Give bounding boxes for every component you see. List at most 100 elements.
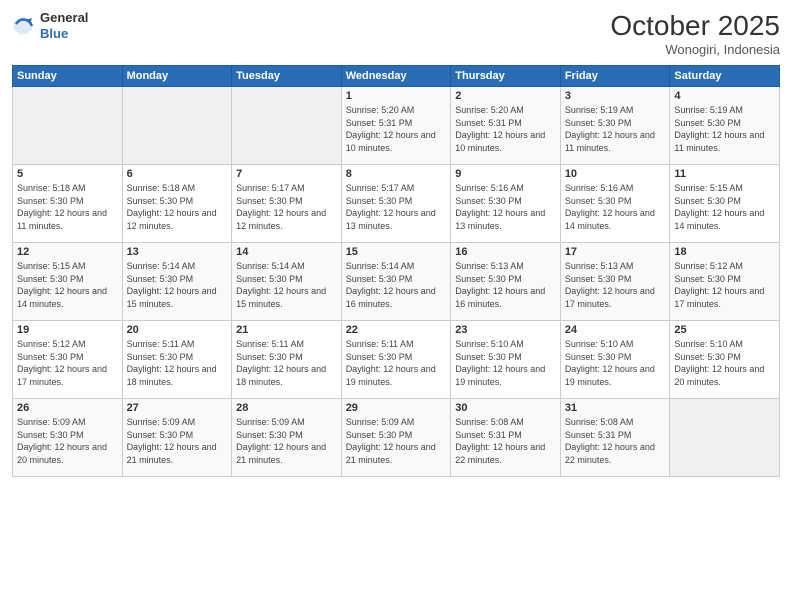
day-info: Sunrise: 5:08 AM Sunset: 5:31 PM Dayligh… <box>565 416 666 466</box>
logo-blue: Blue <box>40 26 88 42</box>
day-number: 24 <box>565 324 666 336</box>
day-number: 2 <box>455 90 556 102</box>
day-number: 30 <box>455 402 556 414</box>
day-number: 23 <box>455 324 556 336</box>
day-info: Sunrise: 5:10 AM Sunset: 5:30 PM Dayligh… <box>455 338 556 388</box>
day-number: 13 <box>127 246 228 258</box>
calendar-table: SundayMondayTuesdayWednesdayThursdayFrid… <box>12 65 780 477</box>
day-number: 18 <box>674 246 775 258</box>
day-cell: 14 Sunrise: 5:14 AM Sunset: 5:30 PM Dayli… <box>232 243 342 321</box>
day-number: 5 <box>17 168 118 180</box>
day-cell: 17 Sunrise: 5:13 AM Sunset: 5:30 PM Dayli… <box>560 243 670 321</box>
day-info: Sunrise: 5:18 AM Sunset: 5:30 PM Dayligh… <box>17 182 118 232</box>
day-number: 14 <box>236 246 337 258</box>
day-cell: 15 Sunrise: 5:14 AM Sunset: 5:30 PM Dayli… <box>341 243 451 321</box>
day-info: Sunrise: 5:19 AM Sunset: 5:30 PM Dayligh… <box>565 104 666 154</box>
day-cell: 21Sunrise: 5:11 AM Sunset: 5:30 PM Dayli… <box>232 321 342 399</box>
day-info: Sunrise: 5:11 AM Sunset: 5:30 PM Dayligh… <box>236 338 337 388</box>
day-cell: 8 Sunrise: 5:17 AM Sunset: 5:30 PM Daylig… <box>341 165 451 243</box>
day-info: Sunrise: 5:17 AM Sunset: 5:30 PM Dayligh… <box>236 182 337 232</box>
weekday-header-wednesday: Wednesday <box>341 66 451 87</box>
day-info: Sunrise: 5:12 AM Sunset: 5:30 PM Dayligh… <box>674 260 775 310</box>
day-info: Sunrise: 5:14 AM Sunset: 5:30 PM Dayligh… <box>236 260 337 310</box>
day-info: Sunrise: 5:16 AM Sunset: 5:30 PM Dayligh… <box>565 182 666 232</box>
logo-text: General Blue <box>40 10 88 41</box>
day-number: 17 <box>565 246 666 258</box>
day-info: Sunrise: 5:14 AM Sunset: 5:30 PM Dayligh… <box>127 260 228 310</box>
day-cell: 3Sunrise: 5:19 AM Sunset: 5:30 PM Daylig… <box>560 87 670 165</box>
day-info: Sunrise: 5:13 AM Sunset: 5:30 PM Dayligh… <box>565 260 666 310</box>
logo-icon <box>12 14 36 38</box>
day-number: 1 <box>346 90 447 102</box>
day-number: 16 <box>455 246 556 258</box>
day-cell: 6 Sunrise: 5:18 AM Sunset: 5:30 PM Daylig… <box>122 165 232 243</box>
day-cell: 7Sunrise: 5:17 AM Sunset: 5:30 PM Daylig… <box>232 165 342 243</box>
day-number: 19 <box>17 324 118 336</box>
day-number: 20 <box>127 324 228 336</box>
day-cell: 11Sunrise: 5:15 AM Sunset: 5:30 PM Dayli… <box>670 165 780 243</box>
day-cell <box>232 87 342 165</box>
month-title: October 2025 <box>610 10 780 42</box>
day-info: Sunrise: 5:13 AM Sunset: 5:30 PM Dayligh… <box>455 260 556 310</box>
location: Wonogiri, Indonesia <box>610 42 780 57</box>
day-number: 9 <box>455 168 556 180</box>
header: General Blue October 2025 Wonogiri, Indo… <box>12 10 780 57</box>
day-cell: 29Sunrise: 5:09 AM Sunset: 5:30 PM Dayli… <box>341 399 451 477</box>
day-number: 22 <box>346 324 447 336</box>
calendar-body: 1 Sunrise: 5:20 AM Sunset: 5:31 PM Daylig… <box>13 87 780 477</box>
day-info: Sunrise: 5:14 AM Sunset: 5:30 PM Dayligh… <box>346 260 447 310</box>
day-info: Sunrise: 5:12 AM Sunset: 5:30 PM Dayligh… <box>17 338 118 388</box>
day-cell: 1 Sunrise: 5:20 AM Sunset: 5:31 PM Daylig… <box>341 87 451 165</box>
day-cell: 13 Sunrise: 5:14 AM Sunset: 5:30 PM Dayli… <box>122 243 232 321</box>
day-info: Sunrise: 5:08 AM Sunset: 5:31 PM Dayligh… <box>455 416 556 466</box>
day-info: Sunrise: 5:20 AM Sunset: 5:31 PM Dayligh… <box>455 104 556 154</box>
day-number: 27 <box>127 402 228 414</box>
weekday-header-thursday: Thursday <box>451 66 561 87</box>
day-cell: 31 Sunrise: 5:08 AM Sunset: 5:31 PM Dayli… <box>560 399 670 477</box>
day-info: Sunrise: 5:09 AM Sunset: 5:30 PM Dayligh… <box>346 416 447 466</box>
day-info: Sunrise: 5:20 AM Sunset: 5:31 PM Dayligh… <box>346 104 447 154</box>
weekday-header-saturday: Saturday <box>670 66 780 87</box>
logo-general: General <box>40 10 88 26</box>
weekday-header-monday: Monday <box>122 66 232 87</box>
page-container: General Blue October 2025 Wonogiri, Indo… <box>0 0 792 612</box>
day-info: Sunrise: 5:10 AM Sunset: 5:30 PM Dayligh… <box>674 338 775 388</box>
day-number: 8 <box>346 168 447 180</box>
logo: General Blue <box>12 10 88 41</box>
day-number: 28 <box>236 402 337 414</box>
day-cell: 12 Sunrise: 5:15 AM Sunset: 5:30 PM Dayli… <box>13 243 123 321</box>
day-cell: 25 Sunrise: 5:10 AM Sunset: 5:30 PM Dayli… <box>670 321 780 399</box>
day-number: 26 <box>17 402 118 414</box>
day-info: Sunrise: 5:17 AM Sunset: 5:30 PM Dayligh… <box>346 182 447 232</box>
day-number: 25 <box>674 324 775 336</box>
day-info: Sunrise: 5:11 AM Sunset: 5:30 PM Dayligh… <box>127 338 228 388</box>
day-cell <box>122 87 232 165</box>
day-cell: 22 Sunrise: 5:11 AM Sunset: 5:30 PM Dayli… <box>341 321 451 399</box>
weekday-row: SundayMondayTuesdayWednesdayThursdayFrid… <box>13 66 780 87</box>
week-row-4: 19 Sunrise: 5:12 AM Sunset: 5:30 PM Dayli… <box>13 321 780 399</box>
day-info: Sunrise: 5:15 AM Sunset: 5:30 PM Dayligh… <box>17 260 118 310</box>
day-cell: 18 Sunrise: 5:12 AM Sunset: 5:30 PM Dayli… <box>670 243 780 321</box>
day-info: Sunrise: 5:18 AM Sunset: 5:30 PM Dayligh… <box>127 182 228 232</box>
week-row-1: 1 Sunrise: 5:20 AM Sunset: 5:31 PM Daylig… <box>13 87 780 165</box>
day-cell <box>13 87 123 165</box>
day-cell: 9 Sunrise: 5:16 AM Sunset: 5:30 PM Daylig… <box>451 165 561 243</box>
day-cell <box>670 399 780 477</box>
day-info: Sunrise: 5:19 AM Sunset: 5:30 PM Dayligh… <box>674 104 775 154</box>
day-cell: 5 Sunrise: 5:18 AM Sunset: 5:30 PM Daylig… <box>13 165 123 243</box>
weekday-header-tuesday: Tuesday <box>232 66 342 87</box>
week-row-5: 26 Sunrise: 5:09 AM Sunset: 5:30 PM Dayli… <box>13 399 780 477</box>
weekday-header-sunday: Sunday <box>13 66 123 87</box>
day-info: Sunrise: 5:16 AM Sunset: 5:30 PM Dayligh… <box>455 182 556 232</box>
day-number: 6 <box>127 168 228 180</box>
day-cell: 19 Sunrise: 5:12 AM Sunset: 5:30 PM Dayli… <box>13 321 123 399</box>
day-number: 10 <box>565 168 666 180</box>
week-row-2: 5 Sunrise: 5:18 AM Sunset: 5:30 PM Daylig… <box>13 165 780 243</box>
day-cell: 24Sunrise: 5:10 AM Sunset: 5:30 PM Dayli… <box>560 321 670 399</box>
day-cell: 28Sunrise: 5:09 AM Sunset: 5:30 PM Dayli… <box>232 399 342 477</box>
day-number: 12 <box>17 246 118 258</box>
day-cell: 2 Sunrise: 5:20 AM Sunset: 5:31 PM Daylig… <box>451 87 561 165</box>
day-info: Sunrise: 5:11 AM Sunset: 5:30 PM Dayligh… <box>346 338 447 388</box>
day-number: 31 <box>565 402 666 414</box>
day-number: 15 <box>346 246 447 258</box>
